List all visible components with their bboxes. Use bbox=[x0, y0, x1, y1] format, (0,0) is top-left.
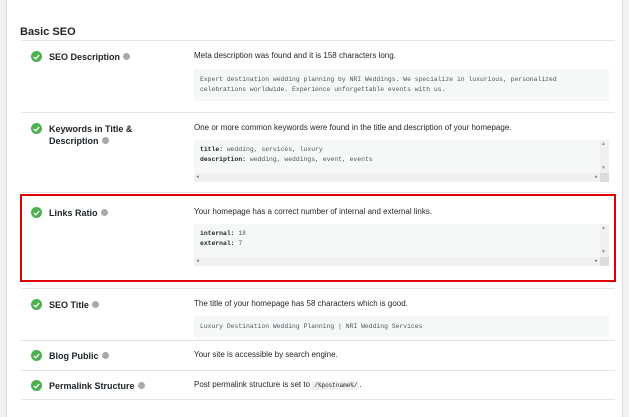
help-icon[interactable] bbox=[91, 301, 99, 309]
check-label-text: SEO Title bbox=[49, 300, 89, 310]
check-label-text: SEO Description bbox=[49, 52, 121, 62]
help-icon[interactable] bbox=[137, 382, 145, 390]
check-message: Your site is accessible by search engine… bbox=[194, 350, 338, 359]
seo-analysis-panel: Basic SEO SEO Description Meta descripti… bbox=[6, 0, 623, 417]
check-label-text: Links Ratio bbox=[49, 208, 98, 218]
help-icon[interactable] bbox=[123, 53, 131, 61]
scrollbar-corner bbox=[600, 257, 609, 266]
code-value: 18 bbox=[234, 230, 247, 237]
check-content: One or more common keywords were found i… bbox=[194, 123, 609, 182]
code-line: celebrations worldwide. Experience unfor… bbox=[200, 86, 446, 93]
check-content: Your site is accessible by search engine… bbox=[194, 350, 609, 360]
check-label: Keywords in Title & Description bbox=[31, 123, 181, 147]
check-circle-icon bbox=[31, 123, 42, 134]
check-label-text: Permalink Structure bbox=[49, 381, 135, 391]
code-line: Expert destination wedding planning by N… bbox=[200, 76, 557, 83]
help-icon[interactable] bbox=[101, 352, 109, 360]
horizontal-scrollbar[interactable]: ◀ ▶ bbox=[194, 173, 600, 182]
code-line: external: 7 bbox=[200, 239, 603, 249]
code-line: title: wedding, services, luxury bbox=[200, 145, 603, 155]
help-icon[interactable] bbox=[100, 209, 108, 217]
check-circle-icon bbox=[31, 380, 42, 391]
check-content: Meta description was found and it is 158… bbox=[194, 51, 609, 101]
check-row-links-ratio: Links Ratio Your homepage has a correct … bbox=[21, 192, 615, 288]
code-output-scrollable[interactable]: title: wedding, services, luxury descrip… bbox=[194, 140, 609, 182]
check-label-text: Blog Public bbox=[49, 351, 99, 361]
scrollbar-corner bbox=[600, 173, 609, 182]
code-key: title: bbox=[200, 146, 224, 153]
check-label: Links Ratio bbox=[31, 207, 181, 219]
check-content: Your homepage has a correct number of in… bbox=[194, 207, 609, 266]
check-row-keywords: Keywords in Title & Description One or mo… bbox=[21, 112, 615, 192]
horizontal-scrollbar[interactable]: ◀ ▶ bbox=[194, 257, 600, 266]
help-icon[interactable] bbox=[101, 137, 109, 145]
scroll-down-icon[interactable]: ▼ bbox=[602, 250, 605, 255]
code-value: 7 bbox=[234, 240, 243, 247]
scroll-right-icon[interactable]: ▶ bbox=[595, 259, 598, 264]
check-content: Post permalink structure is set to /%pos… bbox=[194, 380, 609, 391]
check-message: One or more common keywords were found i… bbox=[194, 123, 512, 132]
code-key: internal: bbox=[200, 230, 235, 237]
check-message: The title of your homepage has 58 charac… bbox=[194, 299, 408, 308]
code-output: Expert destination wedding planning by N… bbox=[194, 69, 609, 101]
check-message: Post permalink structure is set to /%pos… bbox=[194, 380, 609, 391]
section-title: Basic SEO bbox=[20, 26, 76, 38]
check-row-blog-public: Blog Public Your site is accessible by s… bbox=[21, 340, 615, 370]
check-row-seo-title: SEO Title The title of your homepage has… bbox=[21, 288, 615, 340]
scroll-left-icon[interactable]: ◀ bbox=[196, 175, 199, 180]
code-line: internal: 18 bbox=[200, 229, 603, 239]
check-circle-icon bbox=[31, 350, 42, 361]
check-circle-icon bbox=[31, 51, 42, 62]
permalink-code: /%postname%/ bbox=[312, 381, 360, 390]
check-message: Meta description was found and it is 158… bbox=[194, 51, 396, 60]
check-content: The title of your homepage has 58 charac… bbox=[194, 299, 609, 338]
check-label: SEO Description bbox=[31, 51, 181, 63]
scroll-down-icon[interactable]: ▼ bbox=[602, 166, 605, 171]
message-suffix: . bbox=[359, 380, 362, 389]
check-circle-icon bbox=[31, 207, 42, 218]
message-prefix: Post permalink structure is set to bbox=[194, 380, 313, 389]
check-row-permalink-structure: Permalink Structure Post permalink struc… bbox=[21, 370, 615, 400]
code-line: Luxury Destination Wedding Planning | NR… bbox=[200, 323, 423, 330]
code-output: Luxury Destination Wedding Planning | NR… bbox=[194, 316, 609, 338]
check-row-seo-description: SEO Description Meta description was fou… bbox=[21, 40, 615, 112]
vertical-scrollbar[interactable]: ▲ ▼ bbox=[600, 140, 609, 173]
check-circle-icon bbox=[31, 299, 42, 310]
check-label: Permalink Structure bbox=[31, 380, 181, 392]
scroll-up-icon[interactable]: ▲ bbox=[602, 226, 605, 231]
code-value: wedding, weddings, event, events bbox=[246, 156, 373, 163]
code-key: external: bbox=[200, 240, 235, 247]
code-output-scrollable[interactable]: internal: 18 external: 7 ▲ ▼ ◀ ▶ bbox=[194, 224, 609, 266]
vertical-scrollbar[interactable]: ▲ ▼ bbox=[600, 224, 609, 257]
scroll-right-icon[interactable]: ▶ bbox=[595, 175, 598, 180]
check-label: Blog Public bbox=[31, 350, 181, 362]
check-message: Your homepage has a correct number of in… bbox=[194, 207, 433, 216]
code-value: wedding, services, luxury bbox=[223, 146, 323, 153]
code-line: description: wedding, weddings, event, e… bbox=[200, 155, 603, 165]
scroll-left-icon[interactable]: ◀ bbox=[196, 259, 199, 264]
check-label-text: Keywords in Title & bbox=[49, 124, 133, 134]
scroll-up-icon[interactable]: ▲ bbox=[602, 142, 605, 147]
code-key: description: bbox=[200, 156, 247, 163]
check-label: SEO Title bbox=[31, 299, 181, 311]
check-label-text: Description bbox=[49, 136, 99, 146]
